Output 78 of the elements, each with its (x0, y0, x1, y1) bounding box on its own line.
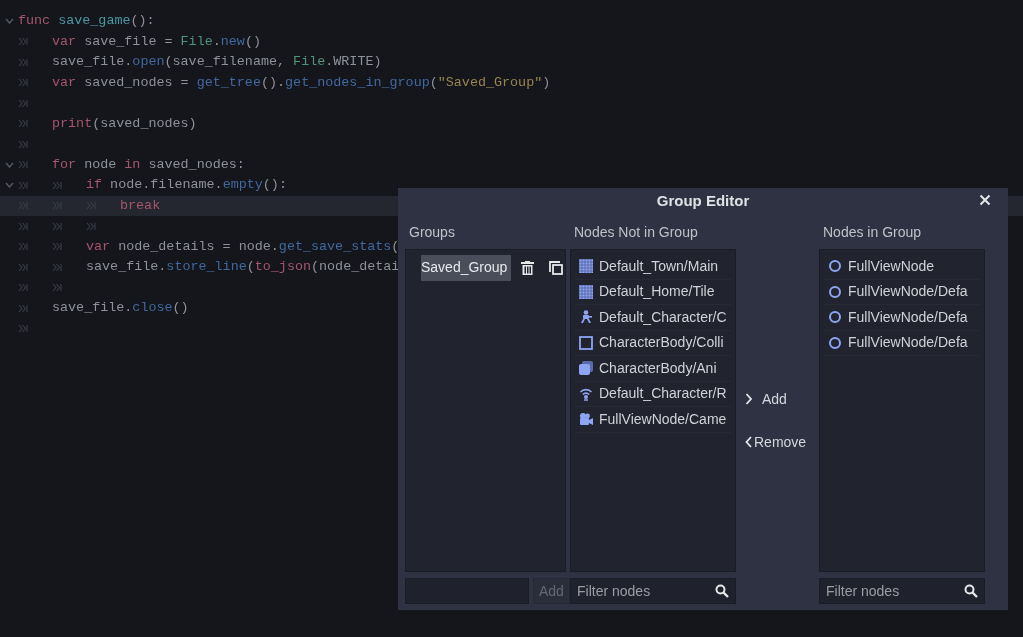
node-list-item[interactable]: CharacterBody/Ani (575, 356, 731, 382)
code-line: save_file.store_line(to_json(node_detai (86, 258, 400, 277)
tab-marker-icon (52, 283, 62, 293)
tab-marker-icon (52, 221, 62, 231)
code-line: if node.filename.empty(): (86, 176, 287, 195)
sprite-icon (579, 361, 593, 376)
filter-field[interactable]: Filter nodes (819, 578, 985, 604)
tab-marker-icon (18, 139, 28, 149)
tab-marker-icon (18, 201, 28, 211)
node-list-item[interactable]: FullViewNode (824, 254, 980, 280)
copy-icon (549, 261, 564, 275)
chevron-icon (745, 436, 752, 448)
tab-marker-icon (18, 98, 28, 108)
circle-icon (828, 284, 842, 299)
tab-marker-icon (18, 119, 28, 129)
node-list-item[interactable]: Default_Character/R (575, 381, 731, 407)
node-list-item[interactable]: FullViewNode/Defa (824, 279, 980, 305)
tab-marker-icon (18, 78, 28, 88)
node-list-item[interactable]: Default_Character/C (575, 305, 731, 331)
node-list-item[interactable]: CharacterBody/Colli (575, 330, 731, 356)
node-list-item[interactable]: Default_Town/Main (575, 254, 731, 280)
code-line: for node in saved_nodes: (52, 155, 245, 174)
tab-marker-icon (86, 201, 96, 211)
code-line: var node_details = node.get_save_stats( (86, 237, 400, 256)
column-label: Nodes in Group (822, 223, 923, 242)
camera-icon (579, 412, 593, 427)
grid-icon (579, 259, 593, 274)
delete-button[interactable] (521, 261, 535, 275)
tab-marker-icon (52, 180, 62, 190)
tab-marker-icon (18, 242, 28, 252)
circle-icon (828, 259, 842, 274)
circle-icon (828, 335, 842, 350)
node-list-item[interactable]: FullViewNode/Came (575, 407, 731, 433)
tab-marker-icon (52, 242, 62, 252)
code-line: var save_file = File.new() (52, 32, 261, 51)
code-line: save_file.open(save_filename, File.WRITE) (52, 53, 382, 72)
close-button[interactable] (979, 194, 991, 206)
duplicate-button[interactable] (549, 261, 564, 275)
column-label: Groups (408, 223, 456, 242)
dialog-title: Group Editor (656, 190, 750, 211)
group-name-field[interactable] (405, 578, 529, 604)
tab-marker-icon (52, 262, 62, 272)
tab-marker-icon (18, 160, 28, 170)
code-line: break (120, 196, 161, 215)
trash-icon (521, 261, 535, 275)
filter-input[interactable]: Filter nodes (577, 580, 715, 602)
tab-marker-icon (18, 324, 28, 334)
remove-button[interactable]: Remove (736, 429, 819, 455)
search-icon (715, 584, 729, 598)
tab-marker-icon (18, 221, 28, 231)
code-line: print(saved_nodes) (52, 114, 197, 133)
figure-icon (579, 310, 593, 325)
close-icon (979, 194, 991, 206)
node-list-item[interactable]: FullViewNode/Defa (824, 330, 980, 356)
circle-icon (828, 310, 842, 325)
filter-input[interactable]: Filter nodes (826, 580, 964, 602)
code-line: save_file.close() (52, 299, 189, 318)
group-item[interactable]: Saved_Group (421, 255, 512, 281)
add-button[interactable]: Add (736, 386, 819, 412)
signal-icon (579, 386, 593, 401)
tab-marker-icon (86, 221, 96, 231)
search-icon (964, 584, 978, 598)
tab-marker-icon (18, 262, 28, 272)
code-line: func save_game(): (18, 12, 155, 31)
column-label: Nodes Not in Group (573, 223, 699, 242)
tab-marker-icon (18, 180, 28, 190)
node-list-item[interactable]: Default_Home/Tile (575, 279, 731, 305)
square-icon (579, 335, 593, 350)
node-list-item[interactable]: FullViewNode/Defa (824, 305, 980, 331)
chevron-icon (745, 393, 752, 405)
tab-marker-icon (18, 57, 28, 67)
grid-icon (579, 284, 593, 299)
tab-marker-icon (18, 283, 28, 293)
tab-marker-icon (18, 37, 28, 47)
code-line: var saved_nodes = get_tree().get_nodes_in_group("Saved_Group") (52, 73, 551, 92)
tab-marker-icon (52, 201, 62, 211)
filter-field[interactable]: Filter nodes (570, 578, 736, 604)
tab-marker-icon (18, 303, 28, 313)
